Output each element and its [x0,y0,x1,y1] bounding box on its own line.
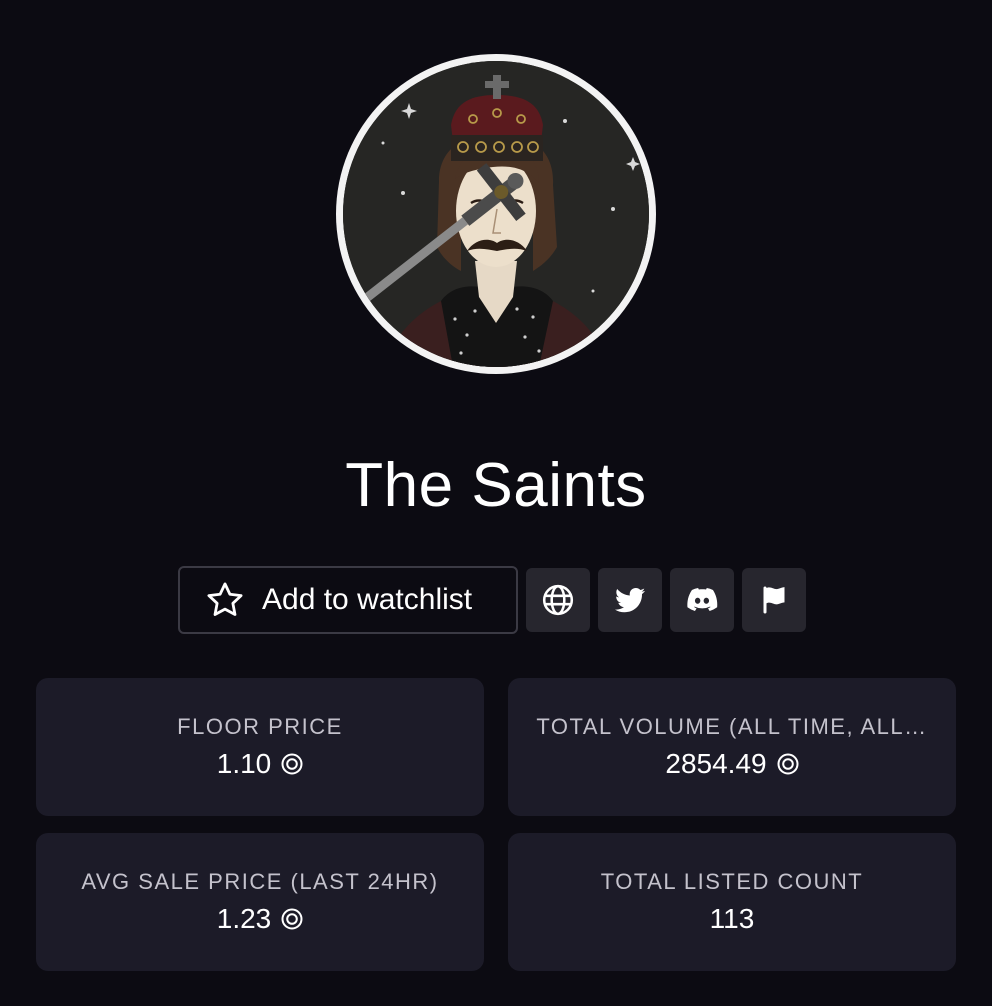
website-link-button[interactable] [526,568,590,632]
stat-value: 1.10 [216,748,272,779]
stat-value-row: 1.10 [36,748,484,780]
twitter-link-button[interactable] [598,568,662,632]
stat-value: 1.23 [216,903,272,934]
stat-label: TOTAL VOLUME (ALL TIME, ALL… [536,714,928,739]
total-volume-card: TOTAL VOLUME (ALL TIME, ALL… 2854.49 [508,678,956,816]
stat-value: 113 [709,903,755,934]
report-flag-button[interactable] [742,568,806,632]
stat-label: AVG SALE PRICE (LAST 24HR) [81,869,439,894]
stat-label: TOTAL LISTED COUNT [600,869,864,894]
stat-value-row: 113 [508,903,956,935]
saint-portrait-image [343,61,649,367]
floor-price-card: FLOOR PRICE 1.10 [36,678,484,816]
flag-icon [763,586,785,614]
add-to-watchlist-button[interactable]: Add to watchlist [178,566,518,634]
star-icon [207,582,243,616]
collection-page: The Saints Add to watchlist FLOOR PRICE … [0,0,992,1006]
watchlist-label: Add to watchlist [262,583,473,616]
collection-title: The Saints [345,451,647,520]
stat-value: 2854.49 [665,748,767,779]
stat-label: FLOOR PRICE [177,714,343,739]
globe-icon [542,584,574,616]
sol-coin-icon [281,908,303,930]
discord-icon [687,588,718,611]
discord-link-button[interactable] [670,568,734,632]
sol-coin-icon [281,753,303,775]
avg-sale-price-card: AVG SALE PRICE (LAST 24HR) 1.23 [36,833,484,971]
sol-coin-icon [777,753,799,775]
total-listed-count-card: TOTAL LISTED COUNT 113 [508,833,956,971]
twitter-icon [615,588,645,613]
collection-avatar [336,54,656,374]
stat-value-row: 2854.49 [508,748,956,780]
stat-value-row: 1.23 [36,903,484,935]
collection-actions: Add to watchlist [178,566,806,634]
